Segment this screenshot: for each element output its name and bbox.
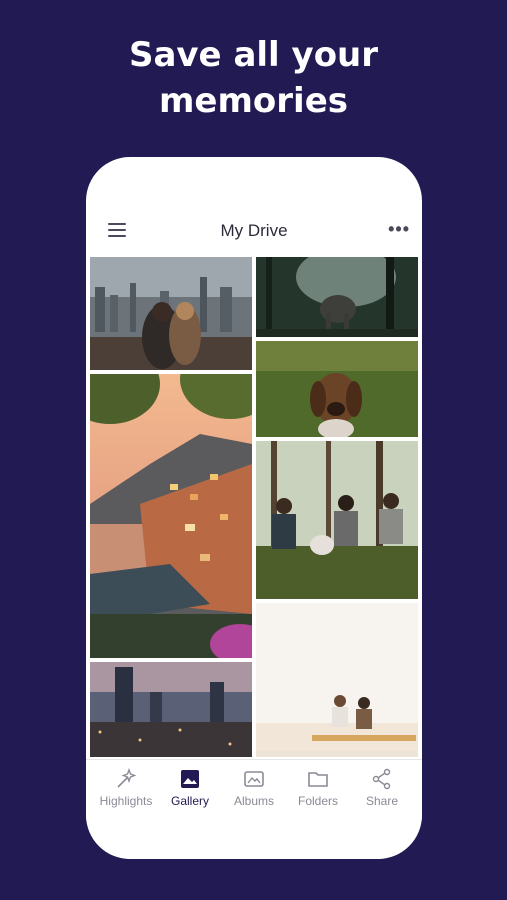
headline-line-1: Save all your xyxy=(128,35,379,75)
page-title: My Drive xyxy=(220,221,288,240)
app-top-bar: My Drive ••• xyxy=(86,213,422,253)
tab-albums[interactable]: Albums xyxy=(222,766,286,808)
photo-city-night[interactable] xyxy=(90,662,252,757)
phone-frame: My Drive ••• Highlights Gallery Albums F… xyxy=(86,157,422,859)
tab-label: Highlights xyxy=(99,794,153,808)
tab-label: Folders xyxy=(297,794,338,808)
headline-line-2: memories xyxy=(159,81,348,121)
tab-folders[interactable]: Folders xyxy=(286,766,350,808)
gallery-icon xyxy=(158,766,222,792)
photo-couple-city[interactable] xyxy=(90,257,252,370)
photo-friends-picnic[interactable] xyxy=(256,441,418,599)
albums-icon xyxy=(222,766,286,792)
tab-label: Share xyxy=(365,794,399,808)
bottom-tab-bar: Highlights Gallery Albums Folders Share xyxy=(86,759,422,820)
folder-icon xyxy=(286,766,350,792)
sparkle-icon xyxy=(94,766,158,792)
share-icon xyxy=(350,766,414,792)
tab-label: Gallery xyxy=(170,794,209,808)
photo-elephant-forest[interactable] xyxy=(256,257,418,337)
tab-label: Albums xyxy=(233,794,274,808)
photo-dog-grass[interactable] xyxy=(256,341,418,437)
photo-two-people-sunset[interactable] xyxy=(256,603,418,757)
tab-share[interactable]: Share xyxy=(350,766,414,808)
tab-highlights[interactable]: Highlights xyxy=(94,766,158,808)
more-options-icon[interactable]: ••• xyxy=(388,220,410,238)
photo-coastal-village[interactable] xyxy=(90,374,252,658)
headline: Save all your memories xyxy=(0,32,507,124)
photo-grid xyxy=(86,257,422,757)
tab-gallery[interactable]: Gallery xyxy=(158,766,222,808)
